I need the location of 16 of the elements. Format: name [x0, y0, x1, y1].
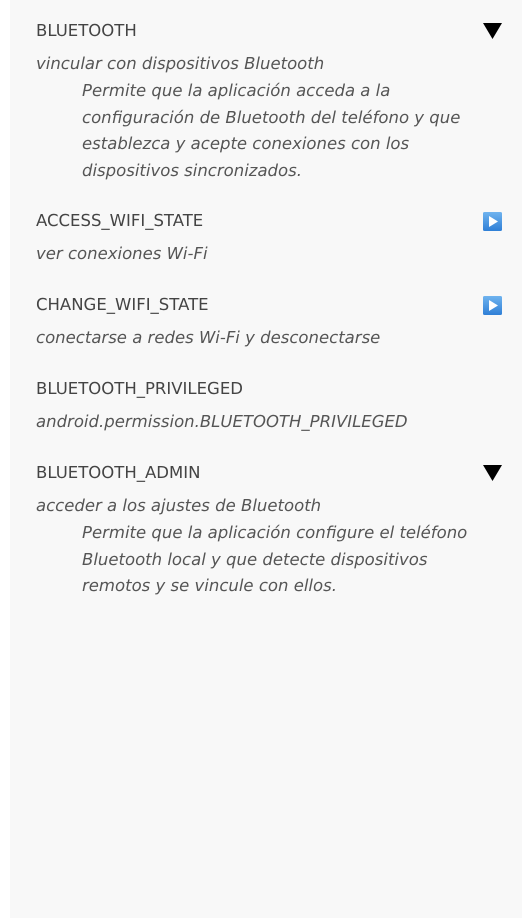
permission-description: Permite que la aplicación configure el teléfono Bluetooth local y que detecte dispositivos remotos y se vincule con ellos. [82, 522, 468, 597]
permission-name: BLUETOOTH_ADMIN [36, 462, 200, 484]
permission-summary: android.permission.BLUETOOTH_PRIVILEGED [36, 411, 409, 433]
expand-play-icon[interactable] [483, 296, 502, 314]
permission-name: CHANGE_WIFI_STATE [36, 294, 209, 316]
collapse-triangle-icon[interactable] [483, 465, 502, 481]
permission-summary: vincular con dispositivos Bluetooth [36, 53, 326, 75]
permission-description: Permite que la aplicación acceda a la configuración de Bluetooth del teléfono y que establezca y acepte conexiones con los dispositivos sincronizados. [82, 80, 462, 182]
collapse-triangle-icon[interactable] [483, 23, 502, 39]
permission-summary: conectarse a redes Wi-Fi y desconectarse [36, 327, 382, 349]
permission-name: BLUETOOTH_PRIVILEGED [36, 378, 243, 400]
expand-play-icon[interactable] [483, 212, 502, 230]
permission-summary: ver conexiones Wi-Fi [36, 243, 209, 265]
permission-summary: acceder a los ajustes de Bluetooth [36, 495, 322, 517]
permission-name: ACCESS_WIFI_STATE [36, 210, 204, 232]
permission-name: BLUETOOTH [36, 20, 137, 42]
